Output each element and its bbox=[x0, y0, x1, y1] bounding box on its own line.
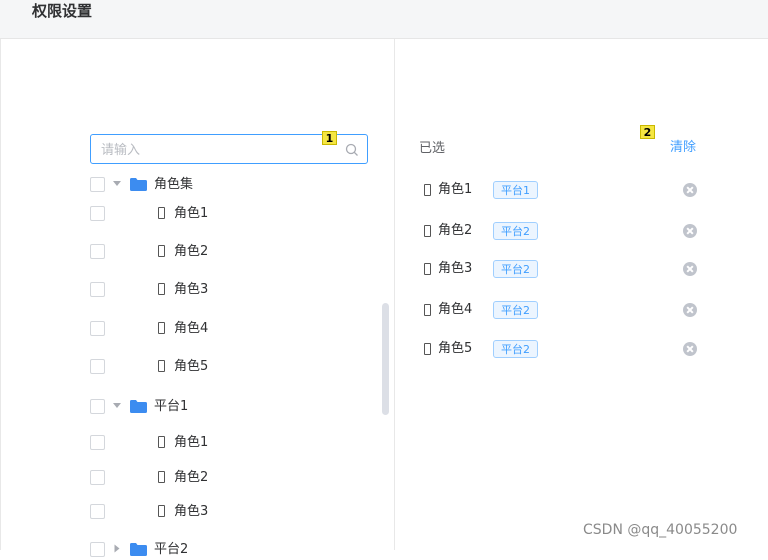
remove-item-icon[interactable] bbox=[683, 342, 697, 356]
role-icon bbox=[158, 471, 165, 483]
selected-item: 角色5 平台2 bbox=[0, 339, 768, 361]
role-icon bbox=[158, 322, 165, 334]
tree-leaf-node[interactable]: 角色4 bbox=[0, 319, 380, 339]
role-icon bbox=[158, 505, 165, 517]
watermark: CSDN @qq_40055200 bbox=[583, 522, 738, 538]
clear-button[interactable]: 清除 bbox=[670, 136, 696, 155]
remove-item-icon[interactable] bbox=[683, 303, 697, 317]
role-icon bbox=[158, 207, 165, 219]
tree-checkbox[interactable] bbox=[90, 282, 105, 297]
tree-leaf-node[interactable]: 角色1 bbox=[0, 433, 380, 453]
search-icon[interactable] bbox=[345, 143, 359, 157]
tree-folder-node[interactable]: 平台1 bbox=[0, 397, 380, 417]
selected-item: 角色1 平台1 bbox=[0, 180, 768, 202]
caret-right-icon[interactable] bbox=[114, 544, 120, 553]
annotation-marker-2: 2 bbox=[640, 125, 655, 139]
folder-icon bbox=[130, 400, 147, 413]
role-icon bbox=[424, 263, 431, 275]
search-input[interactable] bbox=[99, 139, 333, 161]
role-icon bbox=[424, 304, 431, 316]
tree-leaf-node[interactable]: 角色2 bbox=[0, 468, 380, 488]
tree-checkbox[interactable] bbox=[90, 359, 105, 374]
tree-checkbox[interactable] bbox=[90, 244, 105, 259]
role-icon bbox=[158, 245, 165, 257]
tree-checkbox[interactable] bbox=[90, 470, 105, 485]
tree-node-label: 平台2 bbox=[154, 542, 189, 557]
platform-tag: 平台2 bbox=[493, 222, 538, 240]
selected-item: 角色3 平台2 bbox=[0, 259, 768, 281]
selected-item-label: 角色1 bbox=[438, 182, 473, 197]
tree-checkbox[interactable] bbox=[90, 435, 105, 450]
page-header: 权限设置 bbox=[0, 0, 768, 39]
remove-item-icon[interactable] bbox=[683, 224, 697, 238]
tree-node-label: 角色2 bbox=[174, 470, 209, 485]
platform-tag: 平台2 bbox=[493, 340, 538, 358]
selected-item-label: 角色2 bbox=[438, 223, 473, 238]
tree-checkbox[interactable] bbox=[90, 504, 105, 519]
selected-item: 角色2 平台2 bbox=[0, 221, 768, 243]
selected-item-label: 角色5 bbox=[438, 341, 473, 356]
tree-leaf-node[interactable]: 角色3 bbox=[0, 502, 380, 522]
caret-down-icon[interactable] bbox=[113, 403, 121, 408]
tree-node-label: 角色4 bbox=[174, 321, 209, 336]
platform-tag: 平台1 bbox=[493, 181, 538, 199]
tree-node-label: 平台1 bbox=[154, 399, 189, 414]
page-title: 权限设置 bbox=[32, 2, 93, 20]
role-icon bbox=[424, 184, 431, 196]
role-icon bbox=[424, 225, 431, 237]
tree-node-label: 角色3 bbox=[174, 282, 209, 297]
tree-leaf-node[interactable]: 角色3 bbox=[0, 280, 380, 300]
platform-tag: 平台2 bbox=[493, 260, 538, 278]
tree-folder-node[interactable]: 平台2 bbox=[0, 540, 380, 560]
selected-item-label: 角色4 bbox=[438, 302, 473, 317]
tree-node-label: 角色3 bbox=[174, 504, 209, 519]
role-icon bbox=[158, 283, 165, 295]
tree-node-label: 角色1 bbox=[174, 435, 209, 450]
selected-item-label: 角色3 bbox=[438, 261, 473, 276]
role-icon bbox=[158, 360, 165, 372]
tree-checkbox[interactable] bbox=[90, 206, 105, 221]
selected-panel bbox=[395, 39, 768, 550]
role-icon bbox=[424, 343, 431, 355]
remove-item-icon[interactable] bbox=[683, 262, 697, 276]
selected-item: 角色4 平台2 bbox=[0, 300, 768, 322]
tree-checkbox[interactable] bbox=[90, 321, 105, 336]
platform-tag: 平台2 bbox=[493, 301, 538, 319]
tree-checkbox[interactable] bbox=[90, 399, 105, 414]
selected-title: 已选 bbox=[419, 141, 446, 156]
remove-item-icon[interactable] bbox=[683, 183, 697, 197]
annotation-marker-1: 1 bbox=[322, 131, 337, 145]
role-icon bbox=[158, 436, 165, 448]
